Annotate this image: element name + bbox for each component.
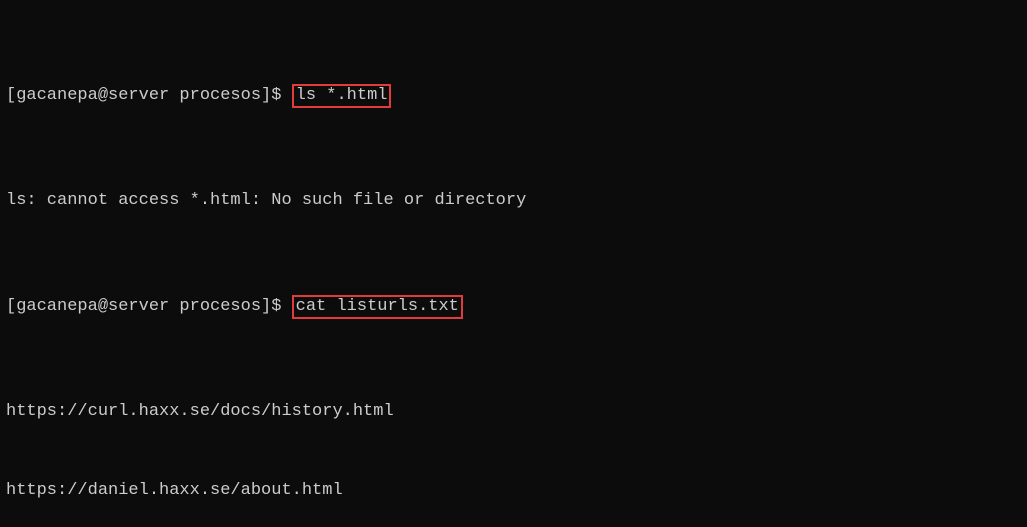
highlighted-command-cat: cat listurls.txt (292, 295, 463, 319)
shell-prompt: [gacanepa@server procesos]$ (6, 297, 292, 316)
terminal-window: [gacanepa@server procesos]$ ls *.html ls… (0, 0, 1027, 527)
prompt-line-2[interactable]: [gacanepa@server procesos]$ cat listurls… (6, 294, 1021, 320)
output-url-2: https://daniel.haxx.se/about.html (6, 478, 1021, 504)
command-text: ls *.html (296, 86, 388, 105)
highlighted-command-ls-1: ls *.html (292, 84, 392, 108)
command-text: cat listurls.txt (296, 297, 459, 316)
prompt-line-1[interactable]: [gacanepa@server procesos]$ ls *.html (6, 83, 1021, 109)
shell-prompt: [gacanepa@server procesos]$ (6, 86, 292, 105)
output-url-1: https://curl.haxx.se/docs/history.html (6, 399, 1021, 425)
output-ls-error: ls: cannot access *.html: No such file o… (6, 188, 1021, 214)
